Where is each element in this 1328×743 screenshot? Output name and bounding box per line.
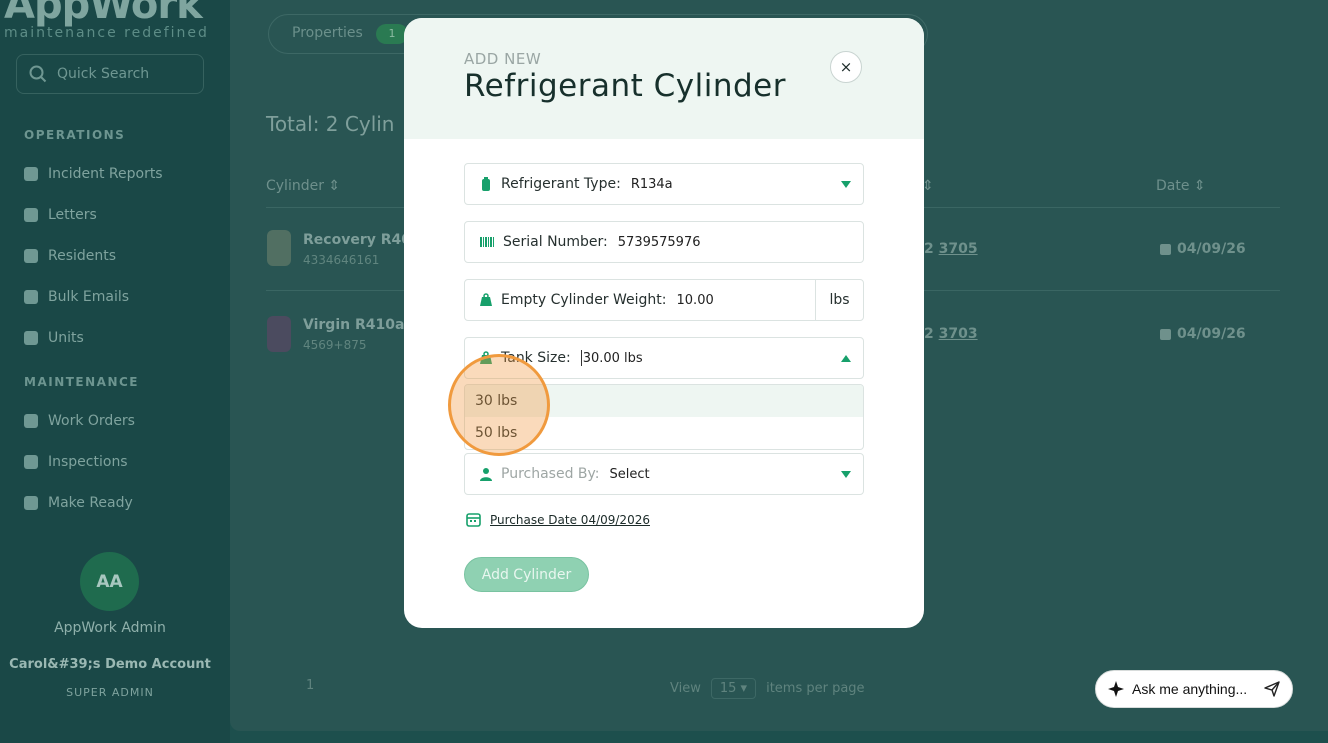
cylinder-icon bbox=[482, 177, 490, 191]
account-name[interactable]: Carol&#39;s Demo Account bbox=[0, 657, 220, 672]
column-label: Date bbox=[1156, 178, 1190, 194]
cylinder-icon bbox=[267, 230, 291, 266]
serial-number-value[interactable]: 5739575976 bbox=[618, 235, 701, 250]
empty-weight-value[interactable]: 10.00 bbox=[677, 293, 714, 308]
add-cylinder-modal: ADD NEW Refrigerant Cylinder × Refrigera… bbox=[404, 18, 924, 628]
chevron-down-icon bbox=[841, 181, 851, 188]
text-cursor bbox=[580, 350, 582, 366]
sidebar-item-make-ready[interactable]: Make Ready bbox=[24, 495, 133, 511]
close-icon: × bbox=[839, 58, 853, 76]
avatar[interactable]: AA bbox=[80, 552, 139, 611]
empty-weight-field[interactable]: Empty Cylinder Weight: 10.00 lbs bbox=[464, 279, 864, 321]
sidebar-item-label: Inspections bbox=[48, 454, 128, 470]
page-size-select[interactable]: 15 ▾ bbox=[710, 678, 757, 699]
row-serial: 4569+875 bbox=[303, 338, 367, 352]
purchase-date-label[interactable]: Purchase Date 04/09/2026 bbox=[490, 513, 650, 527]
search-input[interactable]: Quick Search bbox=[57, 66, 149, 82]
row-date: 04/09/26 bbox=[1160, 241, 1246, 257]
wrench-icon bbox=[24, 414, 38, 428]
chevron-down-icon bbox=[841, 471, 851, 478]
user-role: SUPER ADMIN bbox=[66, 686, 154, 699]
person-icon bbox=[480, 468, 492, 481]
sidebar-item-label: Bulk Emails bbox=[48, 289, 130, 305]
sort-icon: ⇕ bbox=[1193, 178, 1206, 194]
close-button[interactable]: × bbox=[830, 51, 862, 83]
refrigerant-type-value: R134a bbox=[630, 176, 673, 192]
section-operations: OPERATIONS bbox=[24, 128, 126, 142]
home-icon bbox=[24, 331, 38, 345]
sort-icon: ⇕ bbox=[328, 178, 341, 194]
sidebar-item-residents[interactable]: Residents bbox=[24, 248, 116, 264]
empty-weight-label: Empty Cylinder Weight: bbox=[501, 292, 667, 308]
click-highlight bbox=[448, 354, 550, 456]
purchase-date-picker[interactable]: Purchase Date 04/09/2026 bbox=[466, 512, 650, 527]
calendar-icon bbox=[1160, 328, 1171, 340]
purchased-by-label: Purchased By: bbox=[501, 466, 600, 482]
assistant-bar[interactable]: Ask me anything... bbox=[1095, 670, 1293, 708]
app-logo: AppWork bbox=[4, 0, 203, 28]
calendar-icon bbox=[466, 513, 481, 527]
calendar-icon bbox=[24, 496, 38, 510]
sidebar-item-label: Incident Reports bbox=[48, 166, 163, 182]
row-unit-number[interactable]: 3703 bbox=[939, 326, 978, 342]
chevron-up-icon bbox=[841, 355, 851, 362]
tank-size-input[interactable]: 30.00 lbs bbox=[583, 351, 643, 366]
page-number[interactable]: 1 bbox=[306, 678, 314, 693]
assistant-input[interactable]: Ask me anything... bbox=[1132, 681, 1247, 697]
people-icon bbox=[24, 249, 38, 263]
modal-title: Refrigerant Cylinder bbox=[464, 68, 786, 104]
serial-number-field[interactable]: Serial Number: 5739575976 bbox=[464, 221, 864, 263]
column-cylinder[interactable]: Cylinder ⇕ bbox=[266, 178, 340, 194]
add-cylinder-button[interactable]: Add Cylinder bbox=[464, 557, 589, 592]
sidebar-item-label: Work Orders bbox=[48, 413, 135, 429]
row-date: 04/09/26 bbox=[1160, 326, 1246, 342]
page-size-control: View 15 ▾ items per page bbox=[670, 678, 865, 699]
refrigerant-type-select[interactable]: Refrigerant Type: R134a bbox=[464, 163, 864, 205]
sidebar-item-bulk-emails[interactable]: Bulk Emails bbox=[24, 289, 129, 305]
purchased-by-select[interactable]: Purchased By: Select bbox=[464, 453, 864, 495]
report-icon bbox=[24, 167, 38, 181]
view-label: View bbox=[670, 681, 701, 696]
user-name: AppWork Admin bbox=[54, 620, 166, 636]
refrigerant-type-label: Refrigerant Type: bbox=[501, 176, 621, 192]
row-date-value: 04/09/26 bbox=[1177, 241, 1246, 257]
total-count: Total: 2 Cylin bbox=[266, 112, 395, 136]
column-date[interactable]: Date ⇕ bbox=[1156, 178, 1206, 194]
serial-number-label: Serial Number: bbox=[503, 234, 608, 250]
calendar-icon bbox=[1160, 243, 1171, 255]
send-icon[interactable] bbox=[1264, 681, 1280, 697]
sidebar-item-inspections[interactable]: Inspections bbox=[24, 454, 128, 470]
mail-icon bbox=[24, 290, 38, 304]
sidebar-item-incident-reports[interactable]: Incident Reports bbox=[24, 166, 163, 182]
column-label: Cylinder bbox=[266, 178, 324, 194]
sparkle-icon bbox=[1108, 681, 1124, 697]
row-name[interactable]: Virgin R410a bbox=[303, 317, 404, 333]
section-maintenance: MAINTENANCE bbox=[24, 375, 139, 389]
sidebar-item-letters[interactable]: Letters bbox=[24, 207, 97, 223]
weight-icon bbox=[480, 293, 492, 306]
page-size-value: 15 bbox=[719, 681, 737, 696]
purchased-by-value: Select bbox=[609, 466, 650, 482]
sidebar-item-label: Residents bbox=[48, 248, 117, 264]
letter-icon bbox=[24, 208, 38, 222]
app-tagline: maintenance redefined bbox=[4, 25, 209, 41]
row-date-value: 04/09/26 bbox=[1177, 326, 1246, 342]
search-icon bbox=[29, 65, 47, 83]
sidebar-item-label: Letters bbox=[48, 207, 97, 223]
cylinder-icon bbox=[267, 316, 291, 352]
barcode-icon bbox=[480, 237, 494, 247]
properties-label[interactable]: Properties bbox=[292, 25, 363, 41]
sidebar-item-units[interactable]: Units bbox=[24, 330, 84, 346]
sidebar: AppWork maintenance redefined Quick Sear… bbox=[0, 0, 230, 743]
sidebar-item-work-orders[interactable]: Work Orders bbox=[24, 413, 135, 429]
weight-unit: lbs bbox=[815, 280, 863, 320]
sidebar-item-label: Units bbox=[48, 330, 84, 346]
row-unit-number[interactable]: 3705 bbox=[939, 241, 978, 257]
clipboard-icon bbox=[24, 455, 38, 469]
modal-kicker: ADD NEW bbox=[464, 50, 542, 68]
row-serial: 4334646161 bbox=[303, 253, 380, 267]
quick-search[interactable]: Quick Search bbox=[16, 54, 204, 94]
sidebar-item-label: Make Ready bbox=[48, 495, 133, 511]
items-per-page-label: items per page bbox=[766, 681, 865, 696]
